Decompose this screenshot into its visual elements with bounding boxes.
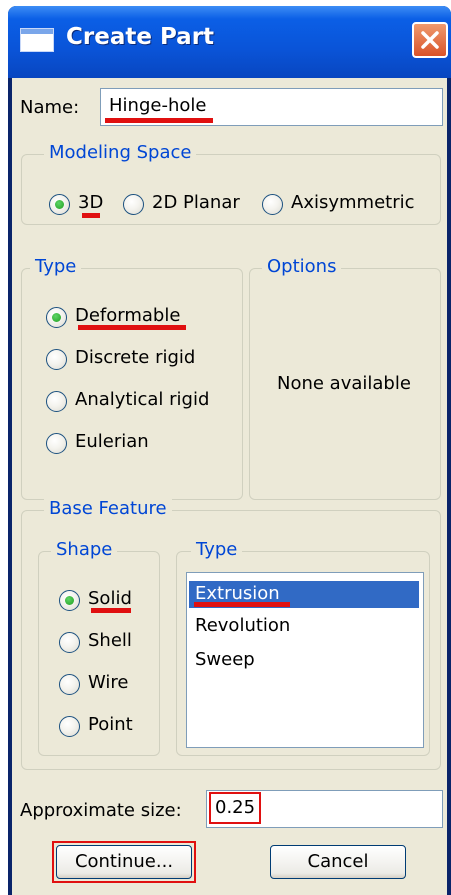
continue-annotation-box: [52, 841, 196, 883]
radio-wire[interactable]: [59, 674, 80, 695]
options-none-available: None available: [277, 373, 411, 394]
name-label: Name:: [20, 97, 80, 118]
close-icon: [421, 31, 439, 49]
radio-deformable-label: Deformable: [75, 305, 181, 326]
base-feature-title: Base Feature: [44, 498, 172, 519]
radio-analytical-rigid[interactable]: [46, 391, 67, 412]
create-part-dialog: Create Part Name: Hinge-hole Modeling Sp…: [8, 6, 451, 895]
radio-3d-label: 3D: [78, 192, 104, 213]
radio-point-label: Point: [88, 714, 133, 735]
radio-solid-label: Solid: [88, 588, 132, 609]
radio-axisymmetric[interactable]: [262, 194, 283, 215]
3d-annotation-underline: [82, 213, 100, 218]
radio-2d-planar-label: 2D Planar: [152, 192, 240, 213]
feature-type-listbox[interactable]: Extrusion Revolution Sweep: [186, 572, 424, 748]
type-group: Type: [21, 256, 243, 500]
window-title: Create Part: [66, 24, 215, 50]
feature-type-title: Type: [191, 539, 243, 560]
radio-deformable[interactable]: [46, 307, 67, 328]
radio-3d[interactable]: [49, 194, 70, 215]
approx-size-annotation-box: [209, 792, 261, 824]
radio-solid[interactable]: [59, 590, 80, 611]
modeling-space-title: Modeling Space: [44, 142, 197, 163]
radio-analytical-rigid-label: Analytical rigid: [75, 389, 210, 410]
cancel-button[interactable]: Cancel: [270, 845, 406, 879]
solid-annotation-underline: [91, 608, 131, 613]
radio-2d-planar[interactable]: [123, 194, 144, 215]
list-item-sweep[interactable]: Sweep: [189, 649, 255, 670]
radio-discrete-rigid-label: Discrete rigid: [75, 347, 196, 368]
radio-eulerian[interactable]: [46, 433, 67, 454]
close-button[interactable]: [412, 22, 448, 58]
radio-discrete-rigid[interactable]: [46, 349, 67, 370]
name-annotation-underline: [105, 118, 213, 123]
type-title: Type: [30, 256, 82, 277]
deformable-annotation-underline: [78, 325, 186, 330]
approx-size-label: Approximate size:: [20, 800, 182, 821]
list-item-revolution[interactable]: Revolution: [189, 615, 290, 636]
extrusion-annotation-underline: [194, 602, 290, 607]
dialog-body: Name: Hinge-hole Modeling Space 3D 2D Pl…: [12, 78, 447, 895]
radio-wire-label: Wire: [88, 672, 129, 693]
window-icon: [20, 28, 54, 52]
radio-shell-label: Shell: [88, 630, 132, 651]
radio-axisymmetric-label: Axisymmetric: [291, 192, 415, 213]
radio-point[interactable]: [59, 716, 80, 737]
radio-shell[interactable]: [59, 632, 80, 653]
radio-eulerian-label: Eulerian: [75, 431, 149, 452]
options-title: Options: [262, 256, 342, 277]
name-value: Hinge-hole: [109, 95, 207, 116]
title-bar[interactable]: Create Part: [8, 6, 451, 78]
shape-title: Shape: [51, 539, 118, 560]
